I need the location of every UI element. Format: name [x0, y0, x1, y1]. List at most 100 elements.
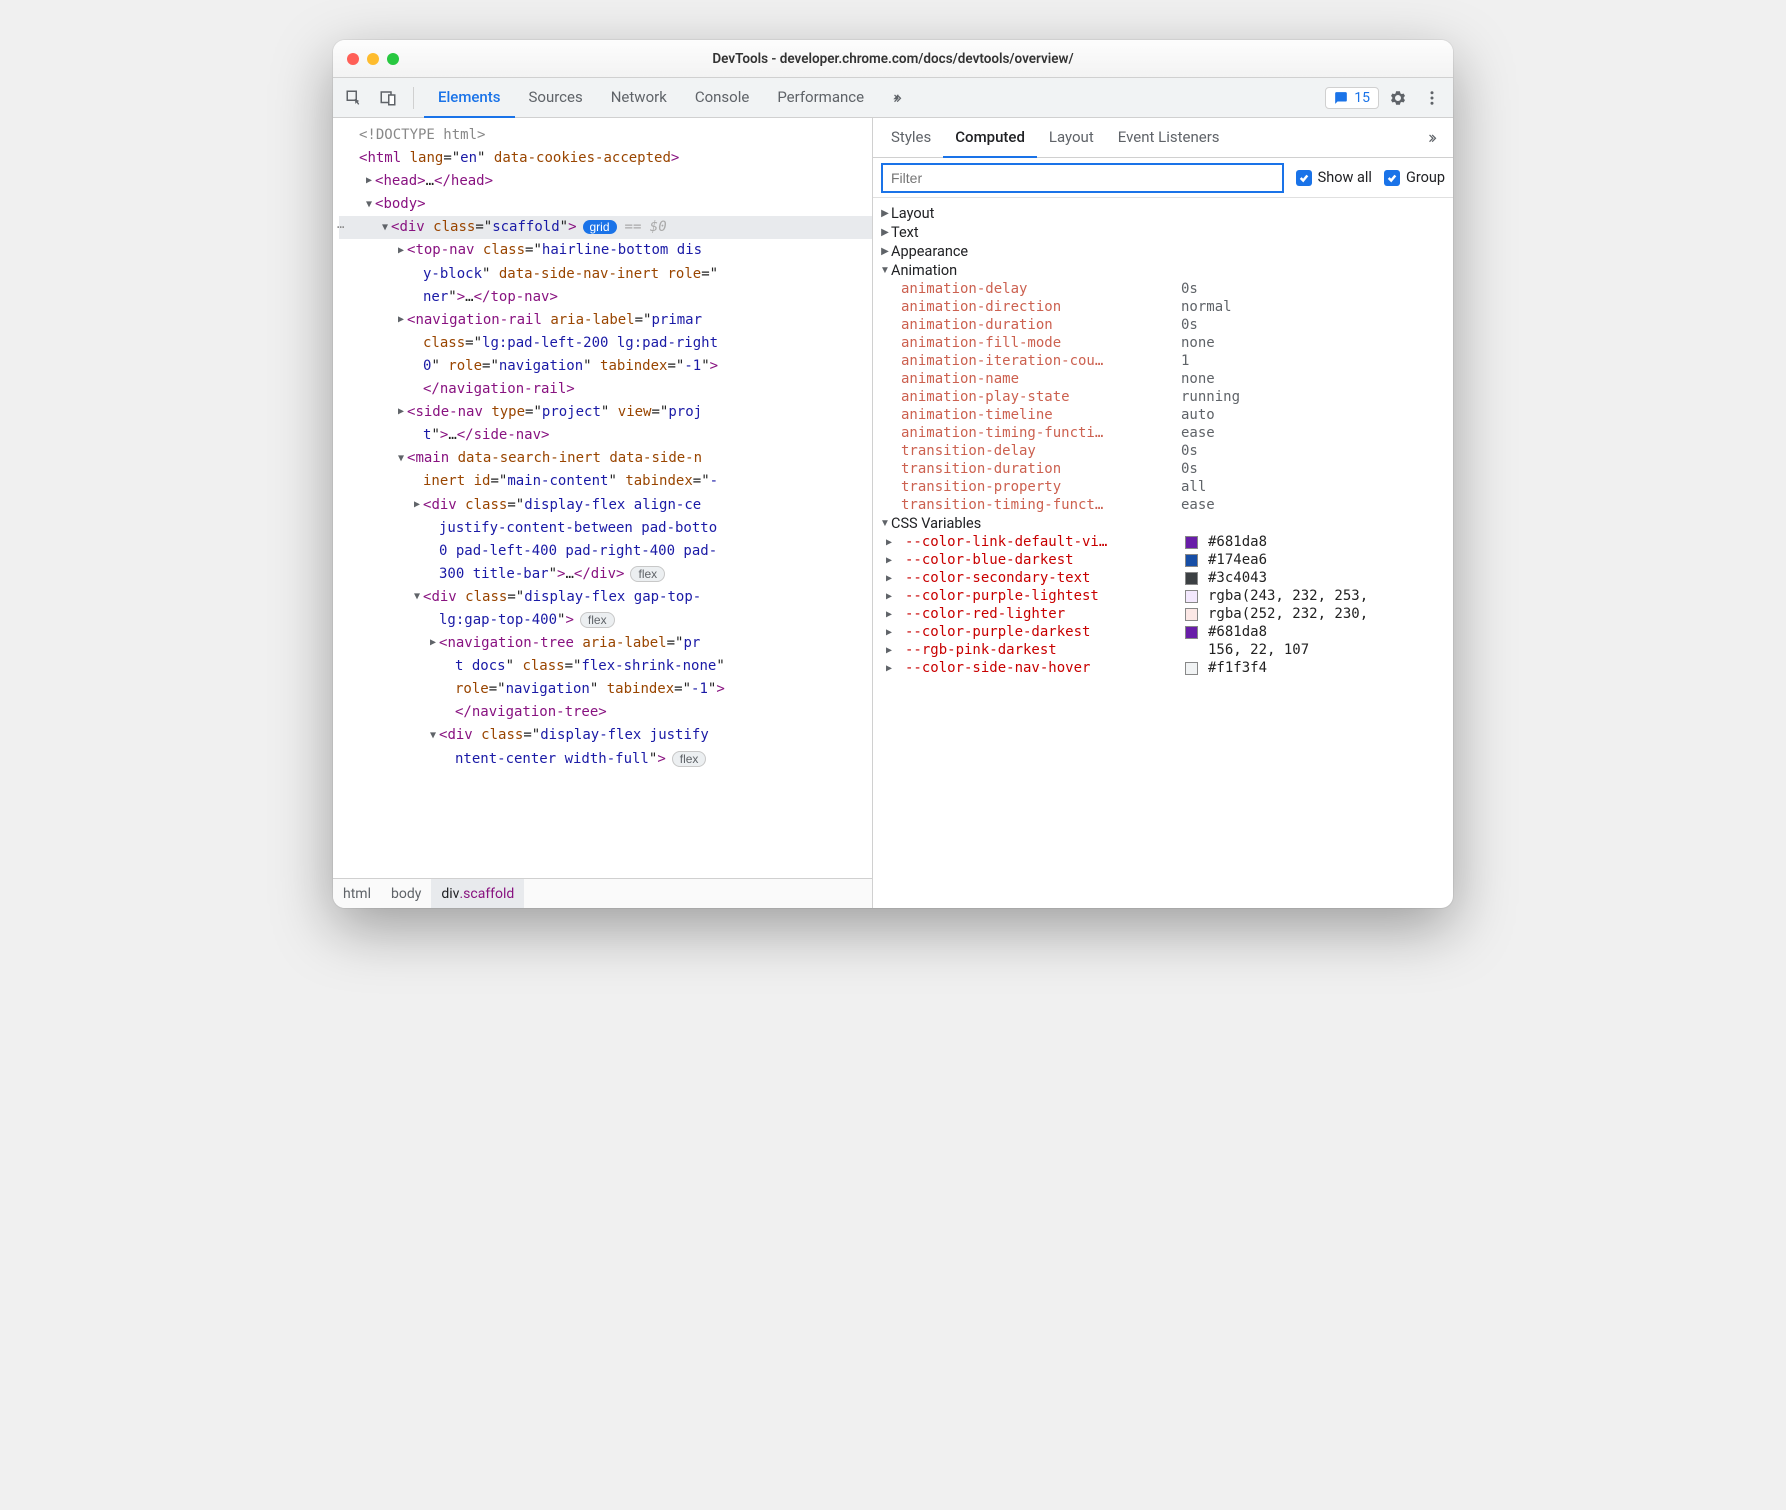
- settings-icon[interactable]: [1383, 83, 1413, 113]
- dom-row[interactable]: </navigation-rail>: [339, 378, 872, 401]
- css-variable-row[interactable]: --color-secondary-text#3c4043: [873, 569, 1453, 587]
- tab-performance[interactable]: Performance: [763, 78, 878, 118]
- dom-row[interactable]: 0" role="navigation" tabindex="-1">: [339, 355, 872, 378]
- dom-row[interactable]: <navigation-tree aria-label="pr: [339, 632, 872, 655]
- dom-row[interactable]: <top-nav class="hairline-bottom dis: [339, 239, 872, 262]
- tab-console[interactable]: Console: [681, 78, 764, 118]
- breadcrumb-item[interactable]: html: [333, 879, 381, 908]
- property-row[interactable]: animation-namenone: [873, 370, 1453, 388]
- property-row[interactable]: transition-timing-funct…ease: [873, 496, 1453, 514]
- kebab-menu-icon[interactable]: [1417, 83, 1447, 113]
- property-row[interactable]: animation-directionnormal: [873, 298, 1453, 316]
- expand-caret-icon: [411, 335, 423, 352]
- property-row[interactable]: animation-duration0s: [873, 316, 1453, 334]
- subtab-event-listeners[interactable]: Event Listeners: [1106, 118, 1232, 158]
- property-row[interactable]: transition-propertyall: [873, 478, 1453, 496]
- section-layout[interactable]: Layout: [873, 204, 1453, 223]
- css-variable-row[interactable]: --rgb-pink-darkest156, 22, 107: [873, 641, 1453, 659]
- subtab-layout[interactable]: Layout: [1037, 118, 1106, 158]
- dom-row[interactable]: <div class="display-flex justify: [339, 724, 872, 747]
- expand-caret-icon[interactable]: [395, 243, 407, 260]
- expand-caret-icon: [427, 543, 439, 560]
- dom-row[interactable]: <body>: [339, 193, 872, 216]
- elements-panel: <!DOCTYPE html> <html lang="en" data-coo…: [333, 118, 873, 908]
- dom-row[interactable]: <div class="display-flex align-ce: [339, 494, 872, 517]
- expand-caret-icon[interactable]: [411, 497, 423, 514]
- expand-caret-icon[interactable]: [427, 635, 439, 652]
- computed-properties[interactable]: Layout Text Appearance Animationanimatio…: [873, 198, 1453, 908]
- dom-row[interactable]: 0 pad-left-400 pad-right-400 pad-: [339, 540, 872, 563]
- dom-row[interactable]: <main data-search-inert data-side-n: [339, 447, 872, 470]
- dom-row[interactable]: <navigation-rail aria-label="primar: [339, 309, 872, 332]
- expand-caret-icon[interactable]: [395, 404, 407, 421]
- minimize-window-button[interactable]: [367, 53, 379, 65]
- dom-row[interactable]: inert id="main-content" tabindex="-: [339, 470, 872, 493]
- expand-caret-icon[interactable]: [379, 220, 391, 237]
- section-appearance[interactable]: Appearance: [873, 242, 1453, 261]
- css-variable-row[interactable]: --color-red-lighterrgba(252, 232, 230,: [873, 605, 1453, 623]
- close-window-button[interactable]: [347, 53, 359, 65]
- expand-caret-icon: [443, 751, 455, 768]
- expand-caret-icon[interactable]: [395, 312, 407, 329]
- chevron-right-icon: [883, 537, 895, 548]
- property-row[interactable]: animation-delay0s: [873, 280, 1453, 298]
- css-variable-row[interactable]: --color-purple-darkest#681da8: [873, 623, 1453, 641]
- css-variable-row[interactable]: --color-purple-lightestrgba(243, 232, 25…: [873, 587, 1453, 605]
- section-animation[interactable]: Animation: [873, 261, 1453, 280]
- css-variable-row[interactable]: --color-link-default-vi…#681da8: [873, 533, 1453, 551]
- dom-row[interactable]: <!DOCTYPE html>: [339, 124, 872, 147]
- inspect-element-icon[interactable]: [339, 83, 369, 113]
- breadcrumb-item[interactable]: body: [381, 879, 431, 908]
- dom-row[interactable]: ner">…</top-nav>: [339, 286, 872, 309]
- dom-row[interactable]: justify-content-between pad-botto: [339, 517, 872, 540]
- property-row[interactable]: transition-delay0s: [873, 442, 1453, 460]
- group-checkbox[interactable]: Group: [1384, 169, 1445, 186]
- section-text[interactable]: Text: [873, 223, 1453, 242]
- dom-row[interactable]: y-block" data-side-nav-inert role=": [339, 263, 872, 286]
- more-tabs-icon[interactable]: [882, 83, 912, 113]
- dom-row[interactable]: <html lang="en" data-cookies-accepted>: [339, 147, 872, 170]
- dom-row[interactable]: role="navigation" tabindex="-1">: [339, 678, 872, 701]
- expand-caret-icon[interactable]: [363, 173, 375, 190]
- property-row[interactable]: animation-play-staterunning: [873, 388, 1453, 406]
- property-row[interactable]: transition-duration0s: [873, 460, 1453, 478]
- expand-caret-icon[interactable]: [395, 451, 407, 468]
- dom-tree[interactable]: <!DOCTYPE html> <html lang="en" data-coo…: [333, 118, 872, 878]
- tab-sources[interactable]: Sources: [515, 78, 597, 118]
- dom-row[interactable]: <div class="display-flex gap-top-: [339, 586, 872, 609]
- property-row[interactable]: animation-fill-modenone: [873, 334, 1453, 352]
- dom-row[interactable]: <head>…</head>: [339, 170, 872, 193]
- dom-row[interactable]: <div class="scaffold">grid== $0: [339, 216, 872, 239]
- dom-row[interactable]: ntent-center width-full">flex: [339, 748, 872, 771]
- css-variable-row[interactable]: --color-side-nav-hover#f1f3f4: [873, 659, 1453, 677]
- show-all-checkbox[interactable]: Show all: [1296, 169, 1372, 186]
- dom-row[interactable]: t">…</side-nav>: [339, 424, 872, 447]
- issues-count: 15: [1354, 90, 1370, 106]
- tab-network[interactable]: Network: [597, 78, 681, 118]
- tab-elements[interactable]: Elements: [424, 78, 515, 118]
- device-toggle-icon[interactable]: [373, 83, 403, 113]
- subtab-computed[interactable]: Computed: [943, 118, 1037, 158]
- expand-caret-icon[interactable]: [411, 589, 423, 606]
- section-css-variables[interactable]: CSS Variables: [873, 514, 1453, 533]
- issues-button[interactable]: 15: [1325, 87, 1379, 109]
- breadcrumb-item[interactable]: div.scaffold: [431, 879, 524, 908]
- property-row[interactable]: animation-timelineauto: [873, 406, 1453, 424]
- filter-input[interactable]: [881, 163, 1284, 193]
- dom-row[interactable]: t docs" class="flex-shrink-none": [339, 655, 872, 678]
- property-row[interactable]: animation-timing-functi…ease: [873, 424, 1453, 442]
- dom-row[interactable]: lg:gap-top-400">flex: [339, 609, 872, 632]
- dom-row[interactable]: </navigation-tree>: [339, 701, 872, 724]
- chevron-right-icon: [883, 663, 895, 674]
- styles-panel: StylesComputedLayoutEvent Listeners Show…: [873, 118, 1453, 908]
- css-variable-row[interactable]: --color-blue-darkest#174ea6: [873, 551, 1453, 569]
- dom-row[interactable]: class="lg:pad-left-200 lg:pad-right: [339, 332, 872, 355]
- maximize-window-button[interactable]: [387, 53, 399, 65]
- subtab-styles[interactable]: Styles: [879, 118, 943, 158]
- dom-row[interactable]: <side-nav type="project" view="proj: [339, 401, 872, 424]
- expand-caret-icon[interactable]: [363, 197, 375, 214]
- property-row[interactable]: animation-iteration-cou…1: [873, 352, 1453, 370]
- more-subtabs-icon[interactable]: [1417, 123, 1447, 153]
- dom-row[interactable]: 300 title-bar">…</div>flex: [339, 563, 872, 586]
- expand-caret-icon[interactable]: [427, 728, 439, 745]
